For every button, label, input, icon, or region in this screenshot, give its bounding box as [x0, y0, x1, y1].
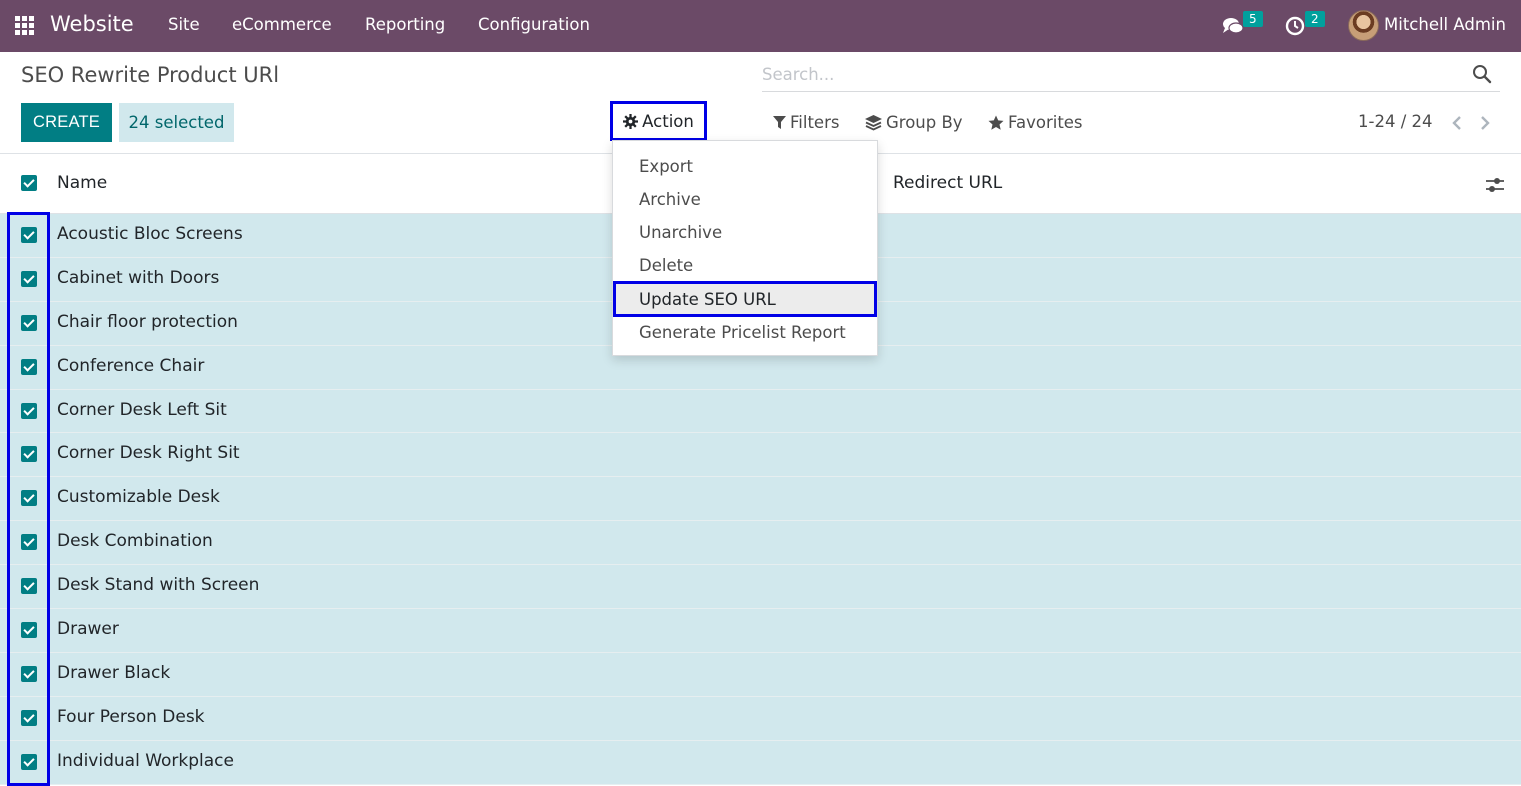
action-dropdown-menu: Export Archive Unarchive Delete Update S… [612, 140, 878, 356]
table-row[interactable]: Desk Combination [0, 521, 1521, 566]
column-header-name[interactable]: Name [57, 173, 107, 193]
menu-reporting[interactable]: Reporting [365, 15, 445, 34]
row-name: Drawer Black [57, 662, 171, 683]
row-checkbox[interactable] [21, 270, 37, 287]
row-checkbox[interactable] [21, 490, 37, 507]
table-row[interactable]: Desk Stand with Screen [0, 565, 1521, 610]
menu-item-update-seo-url[interactable]: Update SEO URL [613, 281, 877, 317]
row-checkbox[interactable] [21, 753, 37, 770]
menu-item-delete[interactable]: Delete [613, 249, 877, 282]
menu-item-generate-pricelist-report[interactable]: Generate Pricelist Report [613, 316, 877, 349]
row-checkbox[interactable] [21, 665, 37, 682]
row-checkbox[interactable] [21, 227, 37, 243]
row-checkbox[interactable] [21, 358, 37, 375]
row-name: Corner Desk Right Sit [57, 443, 240, 464]
pager-value[interactable]: 1-24 / 24 [1358, 112, 1433, 131]
chat-icon[interactable] [1222, 16, 1244, 36]
table-row[interactable]: Drawer [0, 609, 1521, 653]
menu-site[interactable]: Site [168, 15, 200, 34]
table-row[interactable]: Four Person Desk [0, 696, 1521, 741]
row-checkbox[interactable] [21, 534, 37, 551]
search-bar [762, 58, 1500, 92]
sliders-icon[interactable] [1485, 176, 1505, 194]
row-checkbox[interactable] [21, 402, 37, 419]
row-name: Four Person Desk [57, 706, 205, 727]
row-name: Conference Chair [57, 355, 205, 376]
row-checkbox[interactable] [21, 314, 37, 331]
apps-grid-icon[interactable] [15, 16, 34, 35]
table-row[interactable]: Corner Desk Right Sit [0, 433, 1521, 478]
search-icon[interactable] [1472, 64, 1492, 84]
table-row[interactable]: Individual Workplace [0, 740, 1521, 785]
row-name: Corner Desk Left Sit [57, 399, 227, 420]
table-row[interactable]: Corner Desk Left Sit [0, 389, 1521, 434]
action-label: Action [642, 111, 694, 131]
chevron-left-icon[interactable] [1451, 115, 1463, 131]
activities-badge: 2 [1305, 11, 1325, 27]
gear-icon [623, 113, 639, 129]
table-row[interactable]: Customizable Desk [0, 477, 1521, 522]
clock-icon[interactable] [1285, 16, 1305, 36]
menu-item-export[interactable]: Export [613, 150, 877, 183]
row-name: Individual Workplace [57, 750, 234, 771]
layers-icon [865, 114, 882, 130]
row-checkbox[interactable] [21, 578, 37, 595]
favorites-button[interactable]: Favorites [988, 113, 1083, 132]
top-navbar: Website Site eCommerce Reporting Configu… [0, 0, 1521, 52]
row-checkbox[interactable] [21, 446, 37, 463]
star-icon [988, 115, 1004, 130]
filters-button[interactable]: Filters [773, 113, 839, 132]
row-name: Customizable Desk [57, 487, 220, 508]
create-button[interactable]: CREATE [21, 103, 112, 142]
row-name: Cabinet with Doors [57, 267, 220, 288]
group-by-label: Group By [886, 113, 963, 132]
menu-item-archive[interactable]: Archive [613, 183, 877, 216]
chevron-right-icon[interactable] [1479, 115, 1491, 131]
row-checkbox[interactable] [21, 622, 37, 639]
row-name: Desk Stand with Screen [57, 575, 260, 596]
table-row[interactable]: Drawer Black [0, 652, 1521, 697]
menu-ecommerce[interactable]: eCommerce [232, 15, 332, 34]
filters-label: Filters [790, 113, 840, 132]
menu-item-unarchive[interactable]: Unarchive [613, 216, 877, 249]
filter-icon [773, 115, 786, 129]
page-title: SEO Rewrite Product URl [21, 63, 280, 87]
column-header-redirect-url[interactable]: Redirect URL [893, 173, 1002, 193]
select-all-checkbox[interactable] [21, 175, 37, 191]
action-button[interactable]: Action [610, 101, 707, 141]
favorites-label: Favorites [1008, 113, 1083, 132]
group-by-button[interactable]: Group By [865, 113, 963, 132]
row-name: Acoustic Bloc Screens [57, 224, 243, 244]
user-menu[interactable]: Mitchell Admin [1384, 15, 1506, 34]
search-input[interactable] [762, 58, 1452, 90]
row-checkbox[interactable] [21, 709, 37, 726]
row-name: Chair floor protection [57, 311, 238, 332]
row-name: Drawer [57, 619, 119, 640]
selected-count[interactable]: 24 selected [119, 103, 234, 142]
row-name: Desk Combination [57, 531, 213, 552]
app-brand[interactable]: Website [50, 12, 134, 36]
menu-configuration[interactable]: Configuration [478, 15, 590, 34]
messages-badge: 5 [1243, 11, 1263, 27]
avatar[interactable] [1348, 10, 1379, 41]
